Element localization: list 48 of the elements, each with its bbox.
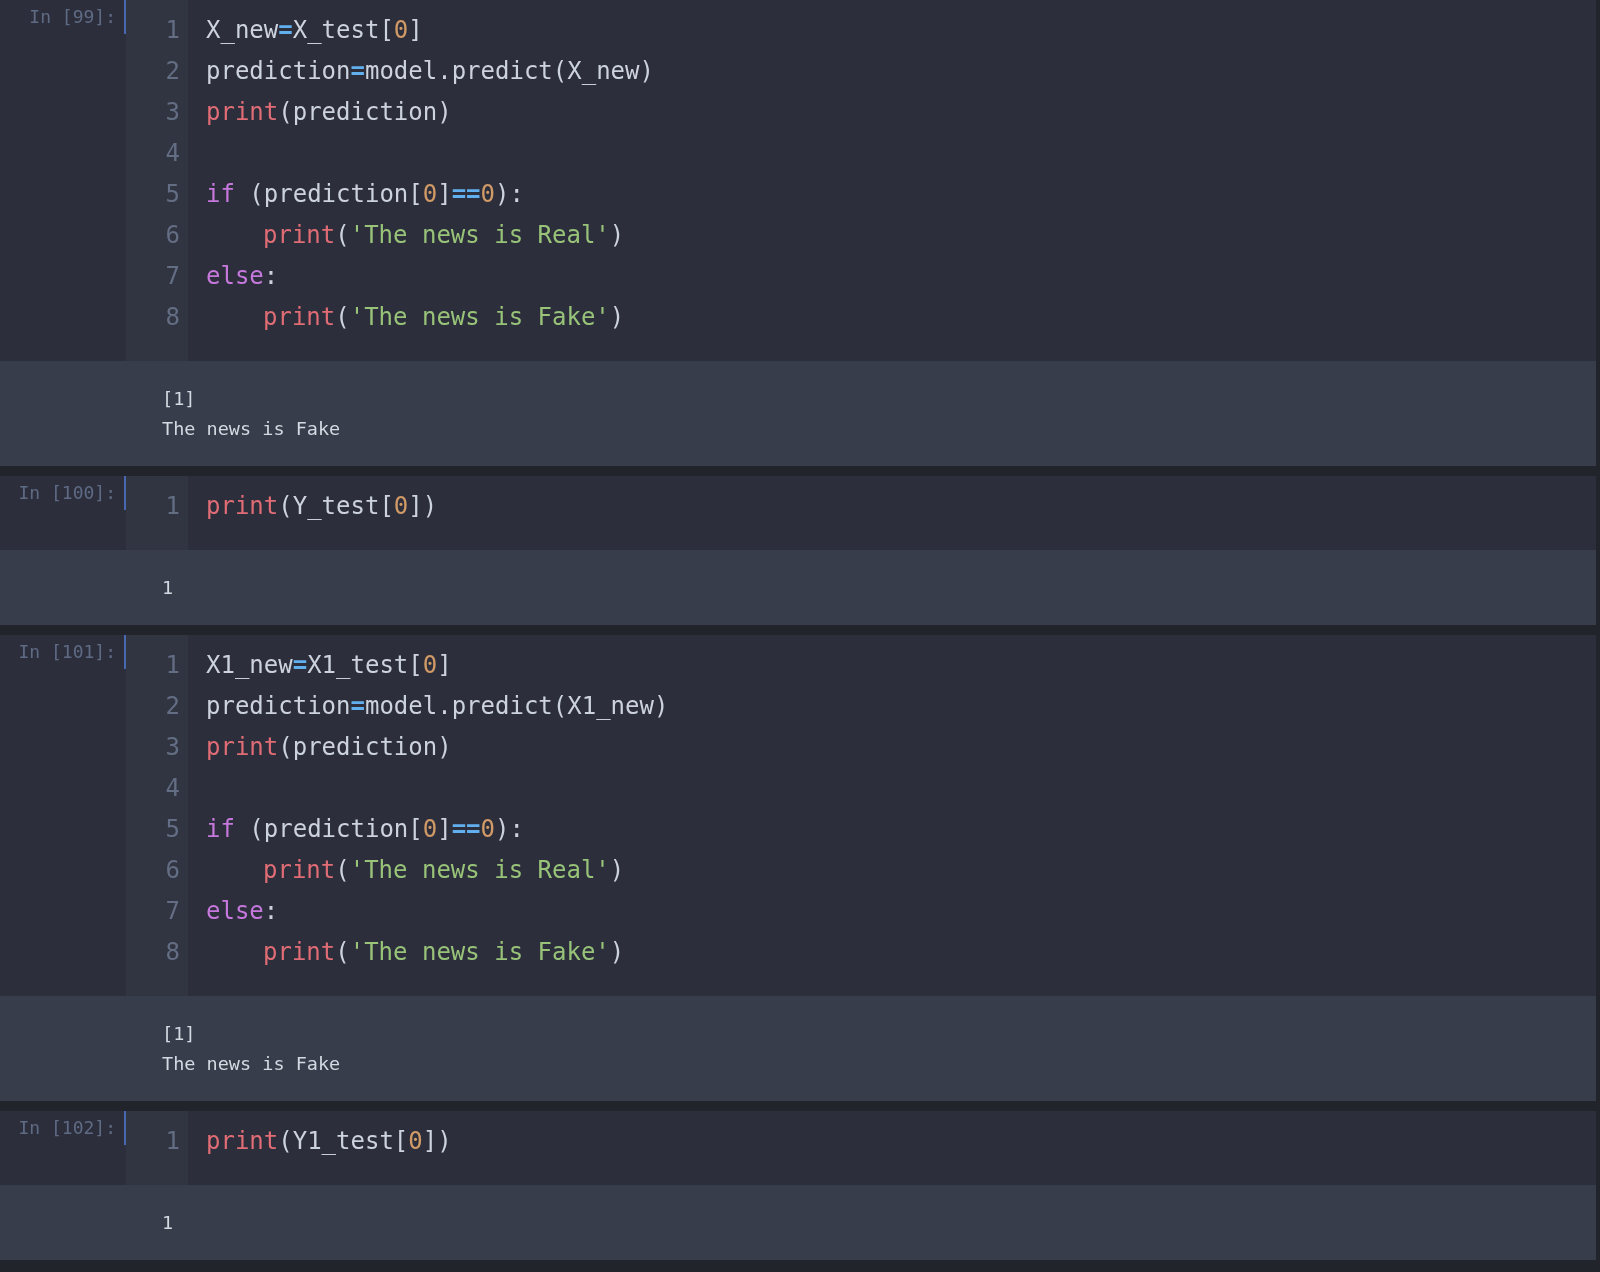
input-prompt: In [100]: — [18, 482, 116, 505]
line-number: 1 — [165, 650, 180, 681]
code-line: else: — [206, 262, 279, 290]
input-prompt: In [102]: — [18, 1117, 116, 1140]
output-line: 1 — [162, 1211, 174, 1235]
output-line: The news is Fake — [162, 417, 341, 441]
code-line: print('The news is Fake') — [262, 938, 625, 966]
line-number: 8 — [165, 937, 180, 968]
line-number: 1 — [165, 491, 180, 522]
line-number: 4 — [165, 773, 180, 804]
output-line: [1] — [162, 387, 196, 411]
line-number: 3 — [165, 732, 180, 763]
line-number: 1 — [165, 15, 180, 46]
line-number: 4 — [165, 138, 180, 169]
code-line: if (prediction[0]==0): — [206, 815, 524, 843]
input-prompt: In [101]: — [18, 641, 116, 664]
line-number: 3 — [165, 97, 180, 128]
code-line: print('The news is Real') — [262, 221, 625, 249]
output-line: The news is Fake — [162, 1052, 341, 1076]
input-prompt: In [99]: — [29, 6, 116, 29]
code-cell[interactable]: In [101]: 1 2 3 4 5 6 7 8 X1_new=X1_test[0] prediction=model.predict(X1_new) print(prediction) if (prediction[0]==0): print('The news is Real') else: print('The news is Fake') — [0, 635, 1596, 996]
code-line: X1_new=X1_test[0] — [206, 651, 452, 679]
code-line: print(Y1_test[0]) — [206, 1127, 452, 1155]
code-line: print(prediction) — [206, 733, 452, 761]
output-line: [1] — [162, 1022, 196, 1046]
code-line: print(Y_test[0]) — [206, 492, 438, 520]
code-line: print('The news is Fake') — [262, 303, 625, 331]
code-cell[interactable]: In [100]: 1 print(Y_test[0]) — [0, 476, 1596, 550]
code-line: else: — [206, 897, 279, 925]
line-number: 2 — [165, 691, 180, 722]
code-cell[interactable]: In [99]: 1 2 3 4 5 6 7 8 X_new=X_test[0] prediction=model.predict(X_new) print(prediction) if (prediction[0]==0): print('The news is Real') else: print('The news is Fake') — [0, 0, 1596, 361]
line-number: 2 — [165, 56, 180, 87]
code-line: X_new=X_test[0] — [206, 16, 423, 44]
code-line: prediction=model.predict(X_new) — [206, 57, 654, 85]
line-number: 8 — [165, 302, 180, 333]
line-number: 6 — [165, 855, 180, 886]
code-line: print(prediction) — [206, 98, 452, 126]
code-line: if (prediction[0]==0): — [206, 180, 524, 208]
code-line: print('The news is Real') — [262, 856, 625, 884]
line-number: 7 — [165, 261, 180, 292]
code-cell[interactable]: In [102]: 1 print(Y1_test[0]) — [0, 1111, 1596, 1185]
line-number: 5 — [165, 814, 180, 845]
code-line: prediction=model.predict(X1_new) — [206, 692, 669, 720]
line-number: 1 — [165, 1126, 180, 1157]
line-number: 7 — [165, 896, 180, 927]
line-number: 6 — [165, 220, 180, 251]
line-number: 5 — [165, 179, 180, 210]
output-line: 1 — [162, 576, 174, 600]
